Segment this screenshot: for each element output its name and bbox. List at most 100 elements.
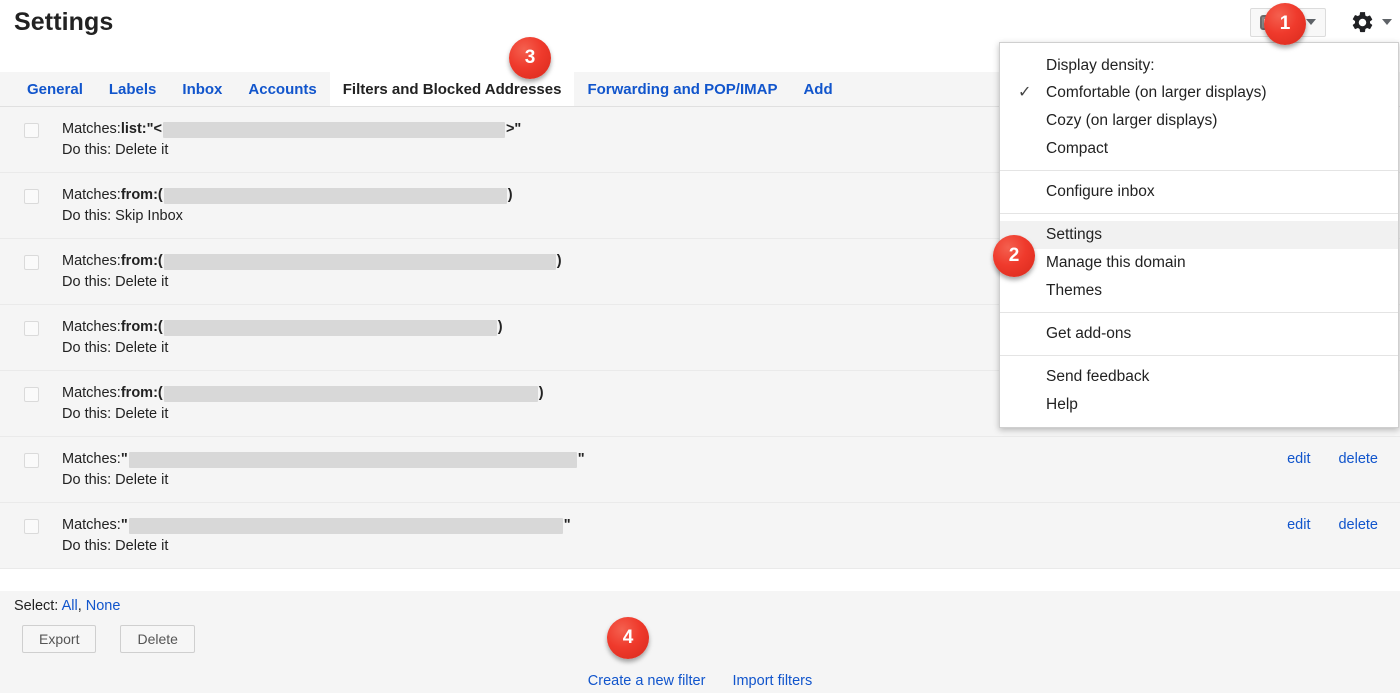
filter-description: Matches: list:"<>"Do this: Delete it: [62, 119, 1150, 161]
filter-action: Do this: Delete it: [62, 404, 1150, 425]
select-all-link[interactable]: All: [62, 598, 78, 614]
menu-item-label: Cozy (on larger displays): [1046, 112, 1217, 129]
tab-labels[interactable]: Labels: [96, 72, 170, 106]
display-density-label: Display density:: [1000, 49, 1398, 79]
page-title: Settings: [14, 8, 113, 37]
select-none-link[interactable]: None: [86, 598, 121, 614]
menu-item-label: Compact: [1046, 140, 1108, 157]
bulk-action-buttons: Export Delete: [22, 625, 195, 653]
redacted-value: [129, 518, 563, 534]
row-checkbox[interactable]: [24, 453, 39, 468]
delete-filter-link[interactable]: delete: [1338, 517, 1378, 533]
menu-item-configure-inbox[interactable]: Configure inbox: [1000, 178, 1398, 206]
filter-criteria: Matches: from:(): [62, 383, 1150, 404]
criteria-prefix: ": [121, 515, 128, 536]
filter-criteria: Matches: from:(): [62, 251, 1150, 272]
delete-button[interactable]: Delete: [120, 625, 194, 653]
redacted-value: [164, 254, 556, 270]
matches-label: Matches:: [62, 317, 121, 338]
row-checkbox[interactable]: [24, 189, 39, 204]
criteria-prefix: from:(: [121, 317, 163, 338]
criteria-suffix: ": [578, 449, 585, 470]
filter-action: Do this: Delete it: [62, 470, 1150, 491]
delete-filter-link[interactable]: delete: [1338, 451, 1378, 467]
import-filters-link[interactable]: Import filters: [732, 673, 812, 689]
export-button[interactable]: Export: [22, 625, 96, 653]
menu-item-get-add-ons[interactable]: Get add-ons: [1000, 320, 1398, 348]
row-checkbox-cell: [0, 383, 62, 402]
matches-label: Matches:: [62, 383, 121, 404]
menu-divider: [1000, 170, 1398, 171]
edit-filter-link[interactable]: edit: [1287, 517, 1310, 533]
menu-item-cozy[interactable]: Cozy (on larger displays): [1000, 107, 1398, 135]
filter-action: Do this: Delete it: [62, 272, 1150, 293]
menu-divider: [1000, 312, 1398, 313]
filter-action: Do this: Skip Inbox: [62, 206, 1150, 227]
create-a-new-filter-link[interactable]: Create a new filter: [588, 673, 706, 689]
matches-label: Matches:: [62, 515, 121, 536]
redacted-value: [129, 452, 577, 468]
criteria-suffix: ): [539, 383, 544, 404]
menu-item-label: Send feedback: [1046, 368, 1149, 385]
filters-footer: Select: All, None Export Delete Create a…: [0, 591, 1400, 693]
redacted-value: [164, 320, 497, 336]
row-checkbox-cell: [0, 515, 62, 534]
filter-description: Matches: ""Do this: Delete it: [62, 515, 1150, 557]
row-checkbox[interactable]: [24, 123, 39, 138]
row-checkbox[interactable]: [24, 387, 39, 402]
criteria-prefix: ": [121, 449, 128, 470]
menu-item-settings[interactable]: Settings: [1000, 221, 1398, 249]
criteria-prefix: list:"<: [121, 119, 162, 140]
menu-item-comfortable[interactable]: ✓ Comfortable (on larger displays): [1000, 79, 1398, 107]
criteria-suffix: ": [564, 515, 571, 536]
criteria-suffix: ): [498, 317, 503, 338]
row-checkbox[interactable]: [24, 519, 39, 534]
filter-description: Matches: from:()Do this: Delete it: [62, 383, 1150, 425]
tab-inbox[interactable]: Inbox: [169, 72, 235, 106]
table-row: Matches: ""Do this: Delete iteditdelete: [0, 503, 1400, 569]
chevron-down-icon: [1382, 19, 1392, 25]
matches-label: Matches:: [62, 185, 121, 206]
row-checkbox-cell: [0, 185, 62, 204]
menu-divider: [1000, 355, 1398, 356]
row-checkbox[interactable]: [24, 321, 39, 336]
tab-forwarding-and-pop-imap[interactable]: Forwarding and POP/IMAP: [574, 72, 790, 106]
tab-add-ons[interactable]: Add: [790, 72, 845, 106]
menu-item-compact[interactable]: Compact: [1000, 135, 1398, 163]
row-checkbox-cell: [0, 251, 62, 270]
select-line: Select: All, None: [14, 598, 120, 614]
select-separator: ,: [78, 598, 82, 614]
filter-criteria: Matches: list:"<>": [62, 119, 1150, 140]
criteria-suffix: >": [506, 119, 521, 140]
redacted-value: [164, 386, 538, 402]
row-actions: edit delete: [1150, 449, 1400, 467]
menu-item-themes[interactable]: Themes: [1000, 277, 1398, 305]
check-icon: ✓: [1018, 82, 1031, 102]
menu-item-label: Manage this domain: [1046, 254, 1186, 271]
row-checkbox[interactable]: [24, 255, 39, 270]
menu-item-label: Configure inbox: [1046, 183, 1155, 200]
tab-general[interactable]: General: [14, 72, 96, 106]
menu-item-manage-this-domain[interactable]: Manage this domain: [1000, 249, 1398, 277]
criteria-suffix: ): [508, 185, 513, 206]
menu-item-label: Themes: [1046, 282, 1102, 299]
gear-icon: [1350, 10, 1375, 35]
row-actions: edit delete: [1150, 515, 1400, 533]
criteria-prefix: from:(: [121, 185, 163, 206]
criteria-prefix: from:(: [121, 251, 163, 272]
tab-accounts[interactable]: Accounts: [235, 72, 329, 106]
filter-criteria: Matches: " ": [62, 515, 1150, 536]
callout-badge-2: 2: [993, 235, 1035, 277]
filter-description: Matches: from:()Do this: Skip Inbox: [62, 185, 1150, 227]
edit-filter-link[interactable]: edit: [1287, 451, 1310, 467]
menu-item-label: Settings: [1046, 226, 1102, 243]
row-checkbox-cell: [0, 449, 62, 468]
callout-badge-4: 4: [607, 617, 649, 659]
callout-badge-3: 3: [509, 37, 551, 79]
menu-item-send-feedback[interactable]: Send feedback: [1000, 363, 1398, 391]
menu-item-help[interactable]: Help: [1000, 391, 1398, 419]
menu-item-label: Get add-ons: [1046, 325, 1131, 342]
settings-gear-button[interactable]: [1350, 10, 1392, 35]
menu-item-label: Comfortable (on larger displays): [1046, 84, 1267, 101]
filter-action: Do this: Delete it: [62, 140, 1150, 161]
